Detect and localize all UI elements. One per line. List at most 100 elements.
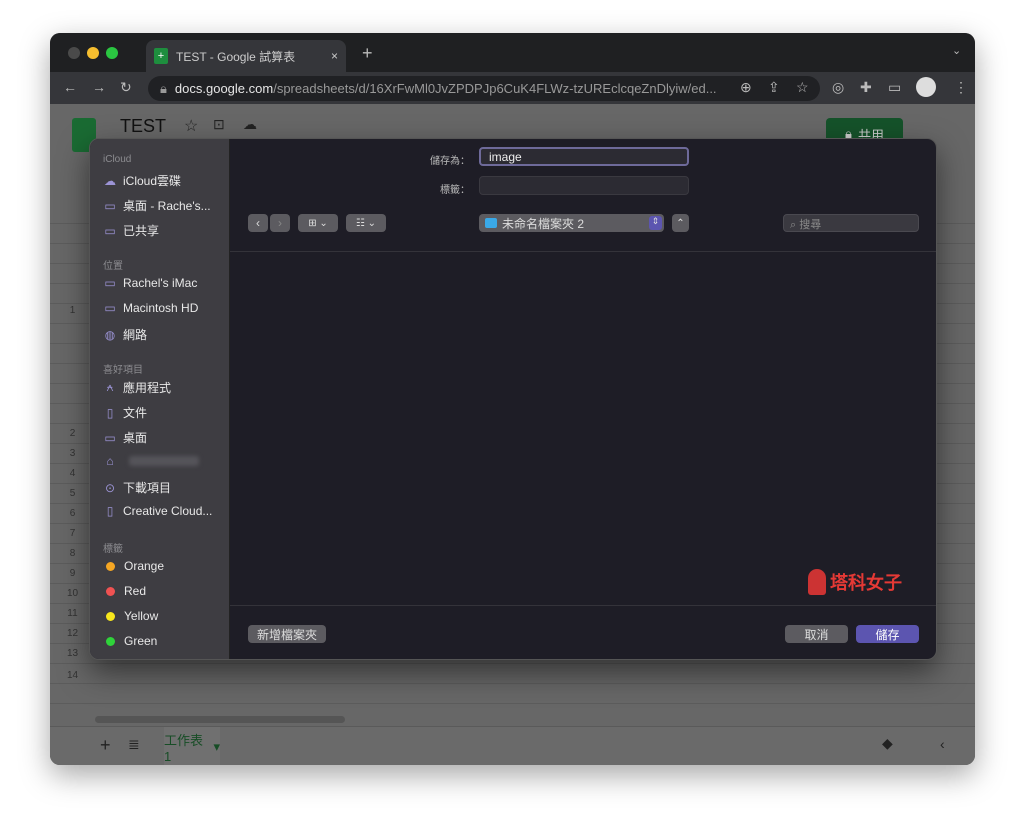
sidebar-item-label: 下載項目 [123,481,172,495]
tab-title: TEST - Google 試算表 [176,49,296,64]
sidebar-item-label: 文件 [123,406,148,420]
cancel-button[interactable]: 取消 [785,625,848,643]
chevron-up-icon: ⌃ [676,217,685,229]
apps-icon: ⍲ [106,380,114,394]
sidebar-item-label: 網路 [123,328,148,342]
sidebar-item-desktop[interactable]: ▭ 桌面 [103,429,147,446]
watermark-text: 塔科女子 [830,573,902,593]
view-mode-button[interactable]: ⊞ ⌄ [298,214,338,232]
new-folder-button[interactable]: 新增檔案夾 [248,625,326,643]
sidebar-item-label: Macintosh HD [123,301,199,315]
sidebar-item-macintosh-hd[interactable]: ▭ Macintosh HD [103,301,198,315]
sheet-tab-label: 工作表1 [164,732,204,764]
zoom-icon[interactable]: ⊕ [740,79,752,96]
sidebar-item-label: Creative Cloud... [123,504,213,518]
tab-search-chevron-icon[interactable]: ⌄ [952,44,961,57]
forward-icon[interactable]: → [92,79,106,95]
sidebar-header-locations: 位置 [103,261,123,272]
all-sheets-icon[interactable]: ≣ [128,736,140,753]
sidebar-item-icloud-drive[interactable]: ☁ iCloud雲碟 [103,172,181,189]
bookmark-star-icon[interactable]: ☆ [796,79,809,96]
close-tab-icon[interactable]: × [331,49,338,63]
sidebar-item-downloads[interactable]: ⊙ 下載項目 [103,479,171,496]
tag-color-dot-icon [106,636,115,646]
sheet-tab[interactable]: 工作表1 ▾ [164,727,220,765]
add-sheet-icon[interactable]: + [100,735,111,756]
move-folder-icon[interactable]: ⊡ [213,116,225,133]
extension-color-icon[interactable]: ◎ [832,79,844,96]
horizontal-scrollbar[interactable] [95,716,345,723]
grid-view-icon: ⊞ ⌄ [308,217,328,229]
save-as-input[interactable]: image [479,147,689,166]
folder-icon: ▭ [104,198,116,213]
search-input[interactable]: ⌕ 搜尋 [783,214,919,232]
file-browser-area[interactable] [230,252,936,605]
tags-label: 標籤： [440,185,470,196]
share-page-icon[interactable]: ⇪ [768,79,780,96]
cloud-status-icon[interactable]: ☁ [243,116,257,133]
row-number[interactable]: 14 [50,670,95,681]
browser-tab[interactable]: + TEST - Google 試算表 × [146,40,346,72]
sidebar-tag-red[interactable]: Red [103,584,146,598]
explore-icon[interactable]: ◆ [882,735,893,752]
download-icon: ⊙ [104,480,116,495]
collapse-button[interactable]: ⌃ [672,214,689,232]
menu-icon[interactable]: ⋮ [954,79,968,96]
minimize-window-button[interactable] [87,47,99,59]
cast-icon[interactable]: ▭ [888,79,901,96]
watermark-logo: 塔科女子 [808,569,902,595]
save-as-label: 儲存為： [430,156,470,167]
folder-select[interactable]: 未命名檔案夾 2 ⇕ [479,214,664,232]
save-as-value: image [489,150,522,164]
reload-icon[interactable]: ↻ [120,79,132,96]
sidebar-tag-orange[interactable]: Orange [103,559,164,573]
sheet-tab-bar: + ≣ 工作表1 ▾ ◆ ‹ [50,726,975,765]
sidebar-item-desktop-icloud[interactable]: ▭ 桌面 - Rache's... [103,197,210,214]
home-icon: ⌂ [106,454,114,468]
save-button[interactable]: 儲存 [856,625,919,643]
sidebar-tag-yellow[interactable]: Yellow [103,609,158,623]
search-placeholder: 搜尋 [799,219,822,231]
tag-label: Yellow [124,609,159,623]
tags-input[interactable] [479,176,689,195]
sidebar-item-home[interactable]: ⌂ [103,454,199,468]
back-button[interactable]: ‹ [248,214,268,232]
sidebar-item-label: iCloud雲碟 [123,174,182,188]
star-icon[interactable]: ☆ [184,116,198,136]
group-button[interactable]: ☷ ⌄ [346,214,386,232]
lock-icon: 🔒︎ [160,80,167,96]
tag-color-dot-icon [106,611,115,621]
tab-bar: + TEST - Google 試算表 × + ⌄ [50,33,975,72]
extensions-puzzle-icon[interactable]: ✚ [860,79,872,96]
sidebar-item-applications[interactable]: ⍲ 應用程式 [103,379,171,396]
new-tab-icon[interactable]: + [362,43,373,64]
tag-color-dot-icon [106,561,115,571]
document-icon: ▯ [106,405,114,420]
profile-avatar[interactable] [916,77,936,97]
tag-label: Green [124,634,158,648]
new-folder-label: 新增檔案夾 [256,627,317,642]
url-path: /spreadsheets/d/16XrFwMl0JvZPDPJp6CuK4FL… [273,81,717,96]
sidebar-item-network[interactable]: ◍ 網路 [103,326,147,343]
tag-label: Red [124,584,147,598]
zoom-window-button[interactable] [106,47,118,59]
blurred-username [129,456,199,466]
doc-title[interactable]: TEST [120,116,166,137]
globe-icon: ◍ [104,327,116,342]
sidebar-tag-green[interactable]: Green [103,634,157,648]
sidebar-item-documents[interactable]: ▯ 文件 [103,404,147,421]
save-dialog: iCloud ☁ iCloud雲碟 ▭ 桌面 - Rache's... ▭ 已共享 位置 ▭ Ra… [89,138,937,660]
close-window-button[interactable] [68,47,80,59]
sidebar-item-creative-cloud[interactable]: ▯ Creative Cloud... [103,504,213,518]
back-icon[interactable]: ← [63,79,77,95]
search-icon: ⌕ [790,219,797,231]
folder-icon [485,218,497,228]
sidebar-item-label: 桌面 [123,431,148,445]
side-panel-toggle-icon[interactable]: ‹ [940,736,945,752]
forward-button[interactable]: › [270,214,290,232]
sidebar-item-imac[interactable]: ▭ Rachel's iMac [103,276,197,290]
folder-name: 未命名檔案夾 2 [502,216,585,231]
url-input[interactable]: 🔒︎ docs.google.com/spreadsheets/d/16XrFwM… [148,76,820,101]
sidebar-item-label: 已共享 [123,224,160,238]
sidebar-item-shared[interactable]: ▭ 已共享 [103,222,159,239]
